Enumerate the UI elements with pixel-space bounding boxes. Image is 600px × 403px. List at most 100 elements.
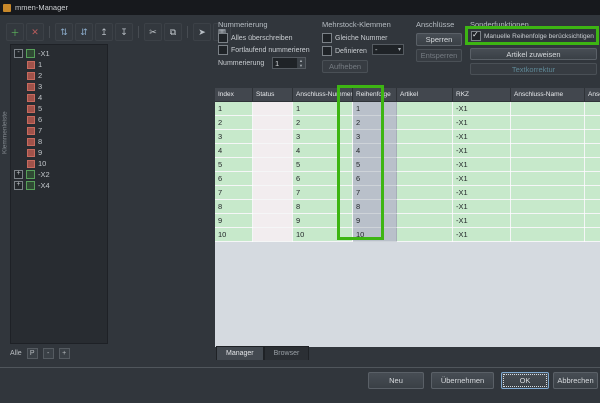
cell-anschluss_name[interactable]	[510, 213, 585, 228]
cell-anschluss_nummer[interactable]: 2	[292, 115, 353, 130]
column-header-reihenfolge[interactable]: Reihenfolge	[352, 88, 397, 102]
cell-anschluss_name[interactable]	[510, 143, 585, 158]
cell-reihenfolge[interactable]: 7	[352, 185, 397, 200]
cell-artikel[interactable]	[396, 101, 453, 116]
cell-anschluss_name[interactable]	[510, 199, 585, 214]
cell-anschluss_nummer[interactable]: 8	[292, 199, 353, 214]
delete-icon[interactable]: ✕	[26, 23, 44, 41]
cell-index[interactable]: 2	[215, 115, 253, 130]
column-header-status[interactable]: Status	[252, 88, 293, 102]
cell-index[interactable]: 8	[215, 199, 253, 214]
checkbox-fortlaufend-nummerieren[interactable]: Fortlaufend nummerieren	[218, 45, 310, 55]
cell-anschluss_name[interactable]	[510, 101, 585, 116]
pointer-icon[interactable]: ➤	[193, 23, 211, 41]
cut-icon[interactable]: ✂	[144, 23, 162, 41]
cell-index[interactable]: 5	[215, 157, 253, 172]
tree-terminal-4[interactable]: 4	[11, 92, 107, 103]
tree-terminal-3[interactable]: 3	[11, 81, 107, 92]
cell-anschluss_nummer[interactable]: 10	[292, 227, 353, 242]
checkbox-gleiche-nummer[interactable]: Gleiche Nummer	[322, 33, 388, 43]
cell-status[interactable]	[252, 115, 293, 130]
neu-button[interactable]: Neu	[368, 372, 424, 389]
page-button[interactable]: P	[26, 348, 38, 359]
tree-node-x2[interactable]: + -X2	[11, 169, 107, 180]
cell-rkz[interactable]: -X1	[452, 227, 511, 242]
cell-index[interactable]: 10	[215, 227, 253, 242]
tree-node-x4[interactable]: + -X4	[11, 180, 107, 191]
expand-icon[interactable]: +	[14, 170, 23, 179]
cell-anschluss_b[interactable]	[584, 185, 600, 200]
cell-index[interactable]: 7	[215, 185, 253, 200]
cell-reihenfolge[interactable]: 2	[352, 115, 397, 130]
cell-anschluss_nummer[interactable]: 7	[292, 185, 353, 200]
cell-rkz[interactable]: -X1	[452, 115, 511, 130]
cell-status[interactable]	[252, 143, 293, 158]
cell-anschluss_b[interactable]	[584, 171, 600, 186]
cell-anschluss_nummer[interactable]: 6	[292, 171, 353, 186]
cell-anschluss_nummer[interactable]: 9	[292, 213, 353, 228]
cell-anschluss_b[interactable]	[584, 199, 600, 214]
cell-reihenfolge[interactable]: 5	[352, 157, 397, 172]
cell-reihenfolge[interactable]: 6	[352, 171, 397, 186]
cell-artikel[interactable]	[396, 199, 453, 214]
expand-button[interactable]: +	[58, 348, 70, 359]
collapse-icon[interactable]: -	[14, 49, 23, 58]
tree-terminal-6[interactable]: 6	[11, 114, 107, 125]
cell-index[interactable]: 6	[215, 171, 253, 186]
definieren-dropdown[interactable]: - ▾	[372, 44, 404, 55]
cell-anschluss_name[interactable]	[510, 185, 585, 200]
cell-anschluss_name[interactable]	[510, 171, 585, 186]
cell-anschluss_b[interactable]	[584, 227, 600, 242]
cell-rkz[interactable]: -X1	[452, 101, 511, 116]
cell-artikel[interactable]	[396, 157, 453, 172]
column-header-artikel[interactable]: Artikel	[396, 88, 453, 102]
spinner-arrows-icon[interactable]: ▲ ▼	[297, 58, 305, 68]
abbrechen-button[interactable]: Abbrechen	[553, 372, 598, 389]
tree-node-x1[interactable]: - -X1	[11, 48, 107, 59]
expand-icon[interactable]: +	[14, 181, 23, 190]
cell-rkz[interactable]: -X1	[452, 185, 511, 200]
cell-status[interactable]	[252, 227, 293, 242]
cell-anschluss_name[interactable]	[510, 115, 585, 130]
cell-anschluss_b[interactable]	[584, 129, 600, 144]
cell-status[interactable]	[252, 185, 293, 200]
cell-rkz[interactable]: -X1	[452, 129, 511, 144]
aufheben-button[interactable]: Aufheben	[322, 60, 368, 73]
cell-index[interactable]: 3	[215, 129, 253, 144]
cell-anschluss_b[interactable]	[584, 101, 600, 116]
cell-anschluss_name[interactable]	[510, 227, 585, 242]
cell-reihenfolge[interactable]: 3	[352, 129, 397, 144]
checkbox-manuelle-reihenfolge[interactable]: Manuelle Reihenfolge berücksichtigen	[471, 30, 594, 41]
cell-artikel[interactable]	[396, 143, 453, 158]
cell-anschluss_b[interactable]	[584, 157, 600, 172]
cell-rkz[interactable]: -X1	[452, 213, 511, 228]
cell-index[interactable]: 4	[215, 143, 253, 158]
cell-rkz[interactable]: -X1	[452, 171, 511, 186]
sort-ascending-icon[interactable]: ↥	[95, 23, 113, 41]
cell-artikel[interactable]	[396, 115, 453, 130]
column-header-index[interactable]: Index	[215, 88, 253, 102]
column-header-rkz[interactable]: RKZ	[452, 88, 511, 102]
copy-icon[interactable]: ⧉	[164, 23, 182, 41]
renumber-icon[interactable]: ⇅	[55, 23, 73, 41]
cell-artikel[interactable]	[396, 227, 453, 242]
tree-terminal-8[interactable]: 8	[11, 136, 107, 147]
cell-artikel[interactable]	[396, 129, 453, 144]
cell-index[interactable]: 9	[215, 213, 253, 228]
cell-status[interactable]	[252, 129, 293, 144]
uebernehmen-button[interactable]: Übernehmen	[431, 372, 494, 389]
cell-anschluss_nummer[interactable]: 1	[292, 101, 353, 116]
cell-anschluss_b[interactable]	[584, 115, 600, 130]
cell-reihenfolge[interactable]: 8	[352, 199, 397, 214]
nummerierung-spinner[interactable]: 1 ▲ ▼	[272, 57, 306, 69]
cell-rkz[interactable]: -X1	[452, 199, 511, 214]
cell-status[interactable]	[252, 157, 293, 172]
cell-index[interactable]: 1	[215, 101, 253, 116]
sperren-button[interactable]: Sperren	[416, 33, 462, 46]
cell-artikel[interactable]	[396, 171, 453, 186]
cell-reihenfolge[interactable]: 9	[352, 213, 397, 228]
sort-descending-icon[interactable]: ↧	[115, 23, 133, 41]
tree-terminal-2[interactable]: 2	[11, 70, 107, 81]
cell-rkz[interactable]: -X1	[452, 143, 511, 158]
tree-terminal-5[interactable]: 5	[11, 103, 107, 114]
